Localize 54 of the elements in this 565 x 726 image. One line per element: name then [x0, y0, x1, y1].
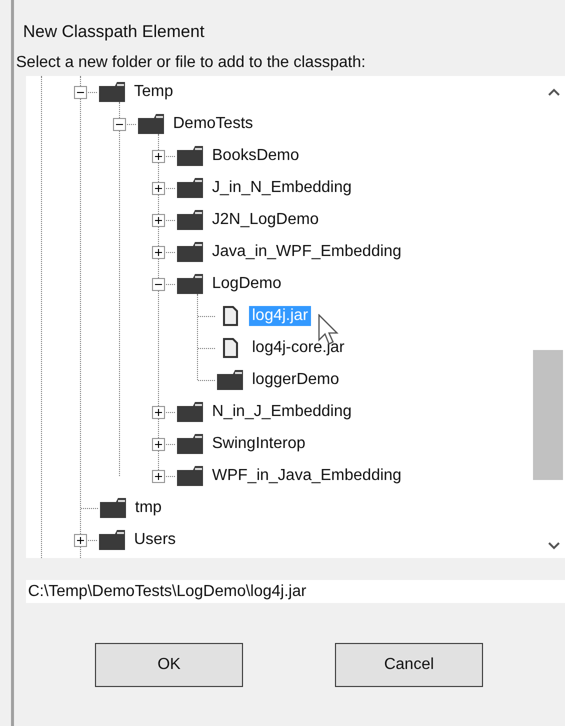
plus-icon [155, 184, 162, 192]
expand-toggle[interactable] [152, 150, 165, 162]
collapse-toggle[interactable] [74, 86, 87, 98]
collapse-toggle[interactable] [152, 278, 165, 290]
plus-icon [155, 408, 162, 416]
tree-item[interactable]: Java_in_WPF_Embedding [209, 242, 404, 262]
folder-icon [176, 145, 204, 167]
tree-item[interactable]: log4j-core.jar [249, 338, 348, 358]
tree-item[interactable]: N_in_J_Embedding [209, 402, 355, 422]
path-field[interactable]: C:\Temp\DemoTests\LogDemo\log4j.jar [26, 580, 565, 603]
tree-item[interactable]: Users [131, 530, 179, 550]
folder-icon [216, 369, 244, 391]
scroll-thumb[interactable] [533, 350, 563, 480]
expand-toggle[interactable] [152, 182, 165, 194]
tree-item[interactable]: WPF_in_Java_Embedding [209, 466, 404, 486]
expand-toggle[interactable] [152, 470, 165, 482]
scroll-down-icon[interactable] [548, 542, 560, 550]
folder-icon [176, 465, 204, 487]
tree-item[interactable]: tmp [132, 498, 165, 518]
folder-icon [176, 273, 204, 295]
folder-icon [176, 401, 204, 423]
tree-item[interactable]: BooksDemo [209, 146, 302, 166]
folder-icon [99, 497, 127, 519]
expand-toggle[interactable] [152, 246, 165, 258]
plus-icon [155, 472, 162, 480]
plus-icon [155, 248, 162, 256]
cancel-button[interactable]: Cancel [335, 643, 483, 687]
folder-icon [176, 177, 204, 199]
plus-icon [77, 536, 84, 544]
plus-icon [155, 216, 162, 224]
tree-item[interactable]: Temp [131, 82, 176, 102]
expand-toggle[interactable] [74, 534, 87, 546]
tree-item[interactable]: LogDemo [209, 274, 284, 294]
folder-icon [98, 529, 126, 551]
folder-icon [176, 209, 204, 231]
tree-item[interactable]: SwingInterop [209, 434, 308, 454]
plus-icon [155, 152, 162, 160]
window-title: New Classpath Element [22, 22, 206, 43]
tree-item[interactable]: J2N_LogDemo [209, 210, 322, 230]
prompt-text: Select a new folder or file to add to the classpath: [15, 54, 367, 73]
folder-icon [137, 113, 165, 135]
collapse-toggle[interactable] [113, 118, 126, 130]
expand-toggle[interactable] [152, 406, 165, 418]
ok-button[interactable]: OK [95, 643, 243, 687]
folder-icon [176, 433, 204, 455]
expand-toggle[interactable] [152, 438, 165, 450]
expand-toggle[interactable] [152, 214, 165, 226]
folder-icon [176, 241, 204, 263]
scroll-up-icon[interactable] [548, 88, 560, 96]
tree-item[interactable]: loggerDemo [249, 370, 342, 390]
tree-item[interactable]: DemoTests [170, 114, 256, 134]
tree-item[interactable]: J_in_N_Embedding [209, 178, 355, 198]
folder-icon [98, 81, 126, 103]
plus-icon [155, 440, 162, 448]
